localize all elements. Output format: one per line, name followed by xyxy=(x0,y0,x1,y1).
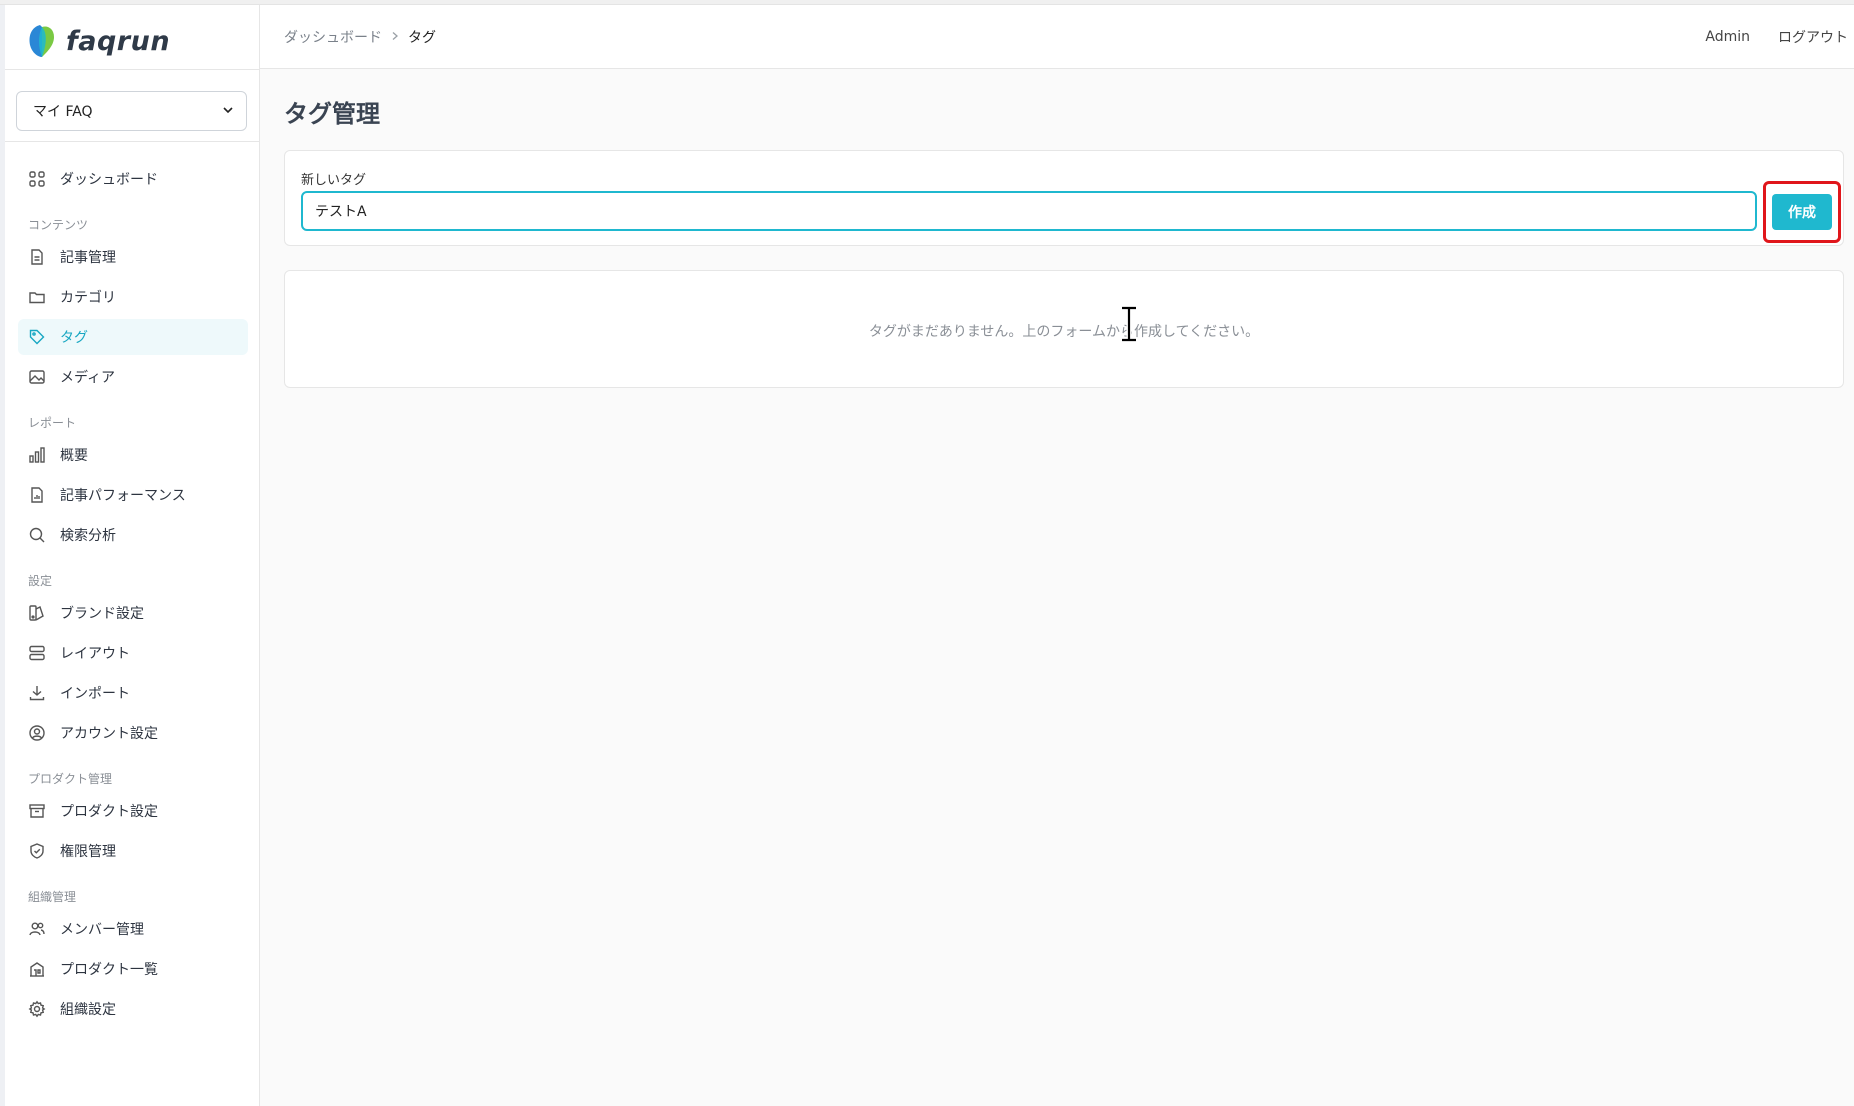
product-select-value: マイ FAQ xyxy=(33,104,93,120)
product-select[interactable]: マイ FAQ xyxy=(16,91,247,131)
archive-icon xyxy=(28,802,46,820)
section-label-settings: 設定 xyxy=(28,574,53,588)
section-label-product-management: プロダクト管理 xyxy=(28,772,113,786)
sidebar-item-articles[interactable]: 記事管理 xyxy=(18,239,248,275)
sidebar-item-members[interactable]: メンバー管理 xyxy=(18,911,248,947)
sidebar-item-label: プロダクト設定 xyxy=(60,804,158,820)
create-button[interactable]: 作成 xyxy=(1772,194,1832,230)
sidebar-item-label: アカウント設定 xyxy=(60,726,158,742)
sidebar-nav: ダッシュボード コンテンツ 記事管理 カテゴリ タグ メディア レポート 概要 … xyxy=(18,161,248,1031)
breadcrumb-dashboard-link[interactable]: ダッシュボード xyxy=(284,27,382,47)
folder-icon xyxy=(28,288,46,306)
bar-chart-icon xyxy=(28,446,46,464)
chevron-right-icon xyxy=(390,29,400,45)
tag-icon xyxy=(28,328,46,346)
search-icon xyxy=(28,526,46,544)
sidebar-item-layout[interactable]: レイアウト xyxy=(18,635,248,671)
sidebar-item-categories[interactable]: カテゴリ xyxy=(18,279,248,315)
sidebar-item-overview[interactable]: 概要 xyxy=(18,437,248,473)
sidebar-item-tags[interactable]: タグ xyxy=(18,319,248,355)
sidebar-item-dashboard[interactable]: ダッシュボード xyxy=(18,161,248,197)
sidebar-item-label: レイアウト xyxy=(60,646,130,662)
sidebar-item-search-analytics[interactable]: 検索分析 xyxy=(18,517,248,553)
new-tag-input[interactable] xyxy=(301,191,1757,231)
sidebar-item-org-settings[interactable]: 組織設定 xyxy=(18,991,248,1027)
page-title: タグ管理 xyxy=(284,100,380,128)
users-icon xyxy=(28,920,46,938)
palette-icon xyxy=(28,604,46,622)
sidebar-item-label: インポート xyxy=(60,686,130,702)
empty-state-message: タグがまだありません。上のフォームから作成してください。 xyxy=(868,324,1260,340)
sidebar-item-product-settings[interactable]: プロダクト設定 xyxy=(18,793,248,829)
top-header: ダッシュボード タグ Admin ログアウト xyxy=(260,5,1854,69)
sidebar-item-label: ブランド設定 xyxy=(60,606,144,622)
new-tag-label: 新しいタグ xyxy=(301,173,367,188)
user-circle-icon xyxy=(28,724,46,742)
app: faqrun マイ FAQ ダッシュボード コンテンツ 記事管理 カテゴリ タグ… xyxy=(0,0,1854,1106)
logo[interactable]: faqrun xyxy=(26,19,170,63)
image-icon xyxy=(28,368,46,386)
sidebar-item-label: 記事パフォーマンス xyxy=(60,488,186,504)
logo-text: faqrun xyxy=(66,25,171,57)
download-icon xyxy=(28,684,46,702)
user-name-link[interactable]: Admin xyxy=(1705,29,1750,45)
new-tag-form: 新しいタグ 作成 xyxy=(284,150,1844,246)
sidebar-item-label: ダッシュボード xyxy=(60,172,158,188)
sidebar-item-label: 組織設定 xyxy=(60,1002,116,1018)
tag-list-empty-state: タグがまだありません。上のフォームから作成してください。 xyxy=(284,270,1844,388)
section-label-reports: レポート xyxy=(28,416,77,430)
gear-icon xyxy=(28,1000,46,1018)
breadcrumb: ダッシュボード タグ xyxy=(284,5,436,69)
sidebar-item-label: 検索分析 xyxy=(60,528,116,544)
sidebar-item-label: 概要 xyxy=(60,448,88,464)
chevron-down-icon xyxy=(222,104,234,119)
sidebar-item-brand-settings[interactable]: ブランド設定 xyxy=(18,595,248,631)
sidebar-item-media[interactable]: メディア xyxy=(18,359,248,395)
sidebar-divider xyxy=(5,69,259,70)
document-icon xyxy=(28,248,46,266)
create-button-highlight: 作成 xyxy=(1763,181,1841,243)
doc-chart-icon xyxy=(28,486,46,504)
text-cursor-icon xyxy=(1118,305,1140,343)
breadcrumb-current: タグ xyxy=(408,30,436,46)
sidebar-item-label: メンバー管理 xyxy=(60,922,144,938)
sidebar-item-label: タグ xyxy=(60,330,88,346)
sidebar-item-import[interactable]: インポート xyxy=(18,675,248,711)
shield-icon xyxy=(28,842,46,860)
logout-link[interactable]: ログアウト xyxy=(1778,27,1848,47)
sidebar-item-label: 権限管理 xyxy=(60,844,116,860)
sidebar-item-label: カテゴリ xyxy=(60,290,116,306)
sidebar-item-article-performance[interactable]: 記事パフォーマンス xyxy=(18,477,248,513)
sidebar: faqrun マイ FAQ ダッシュボード コンテンツ 記事管理 カテゴリ タグ… xyxy=(0,5,260,1106)
sidebar-item-account-settings[interactable]: アカウント設定 xyxy=(18,715,248,751)
sidebar-item-product-list[interactable]: プロダクト一覧 xyxy=(18,951,248,987)
sidebar-item-permissions[interactable]: 権限管理 xyxy=(18,833,248,869)
building-icon xyxy=(28,960,46,978)
section-label-content: コンテンツ xyxy=(28,218,89,232)
sidebar-divider xyxy=(5,141,259,142)
sidebar-item-label: メディア xyxy=(60,370,116,386)
header-user-area: Admin ログアウト xyxy=(1677,5,1848,69)
sidebar-item-label: 記事管理 xyxy=(60,250,116,266)
section-label-org-management: 組織管理 xyxy=(28,890,77,904)
layout-icon xyxy=(28,644,46,662)
sidebar-item-label: プロダクト一覧 xyxy=(60,962,158,978)
logo-mark-icon xyxy=(26,23,58,59)
grid-icon xyxy=(28,170,46,188)
